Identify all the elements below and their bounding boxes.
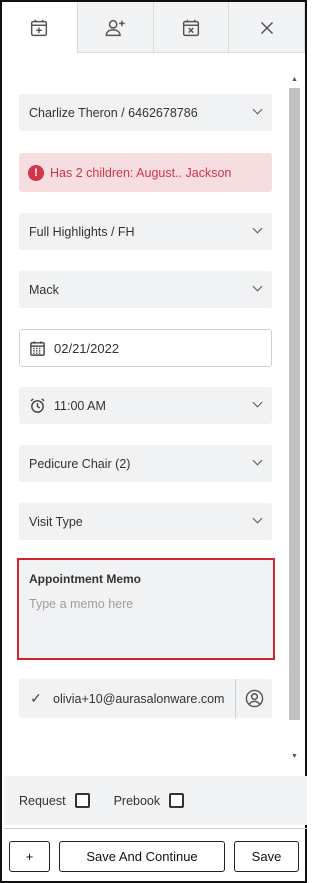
request-checkbox[interactable] <box>74 793 90 808</box>
email-value: olivia+10@aurasalonware.com <box>53 691 225 706</box>
stylist-value: Mack <box>29 282 59 297</box>
tab-new-appointment[interactable] <box>2 2 78 54</box>
alarm-clock-icon <box>29 397 46 414</box>
scroll-down-icon[interactable]: ▼ <box>291 753 298 760</box>
service-value: Full Highlights / FH <box>29 224 135 239</box>
date-field[interactable]: 02/21/2022 <box>19 329 272 367</box>
visit-type-select[interactable]: Visit Type <box>19 503 272 540</box>
tab-add-client[interactable] <box>78 2 154 53</box>
footer-divider <box>4 828 307 829</box>
tab-block-time[interactable] <box>154 2 230 53</box>
scrollbar[interactable]: ▲ ▼ <box>288 74 301 762</box>
calendar-plus-icon <box>31 19 48 37</box>
alert-icon: ! <box>28 164 44 181</box>
footer-actions: + Save And Continue Save <box>4 836 307 876</box>
chevron-down-icon <box>252 513 263 524</box>
memo-input[interactable] <box>29 597 263 637</box>
chevron-down-icon <box>252 397 263 408</box>
chevron-down-icon <box>252 223 263 234</box>
save-and-continue-button[interactable]: Save And Continue <box>59 841 225 872</box>
options-bar: Request Prebook <box>4 776 307 825</box>
stylist-select[interactable]: Mack <box>19 271 272 308</box>
appointment-memo: Appointment Memo <box>17 558 275 660</box>
time-select[interactable]: 11:00 AM <box>19 387 272 424</box>
scroll-up-icon[interactable]: ▲ <box>291 76 298 83</box>
appointment-panel: ▲ ▼ Charlize Theron / 6462678786 ! Has 2… <box>0 0 307 883</box>
chevron-down-icon <box>252 281 263 292</box>
request-label: Request <box>19 793 66 808</box>
client-alert: ! Has 2 children: August.. Jackson <box>19 153 272 192</box>
add-user-icon <box>105 19 125 36</box>
time-value: 11:00 AM <box>54 398 106 413</box>
tab-bar <box>2 2 305 54</box>
email-field[interactable]: ✓ olivia+10@aurasalonware.com <box>19 679 272 718</box>
service-select[interactable]: Full Highlights / FH <box>19 213 272 250</box>
prebook-checkbox[interactable] <box>169 793 185 808</box>
client-value: Charlize Theron / 6462678786 <box>29 105 198 120</box>
calendar-x-icon <box>182 19 199 36</box>
visit-type-value: Visit Type <box>29 514 83 529</box>
tab-close[interactable] <box>229 2 305 53</box>
check-icon: ✓ <box>30 690 42 706</box>
close-icon <box>260 21 273 34</box>
resource-select[interactable]: Pedicure Chair (2) <box>19 445 272 482</box>
save-button[interactable]: Save <box>234 841 299 872</box>
client-select[interactable]: Charlize Theron / 6462678786 <box>19 94 272 131</box>
alert-text: Has 2 children: August.. Jackson <box>50 165 232 180</box>
memo-label: Appointment Memo <box>29 572 141 586</box>
prebook-label: Prebook <box>113 793 161 808</box>
user-circle-icon <box>245 689 263 708</box>
add-button[interactable]: + <box>9 841 50 872</box>
date-value: 02/21/2022 <box>54 340 120 356</box>
profile-button[interactable] <box>235 679 272 718</box>
calendar-icon <box>29 340 46 357</box>
chevron-down-icon <box>252 455 263 466</box>
scrollbar-thumb[interactable] <box>289 88 300 720</box>
resource-value: Pedicure Chair (2) <box>29 456 131 471</box>
chevron-down-icon <box>252 104 263 115</box>
